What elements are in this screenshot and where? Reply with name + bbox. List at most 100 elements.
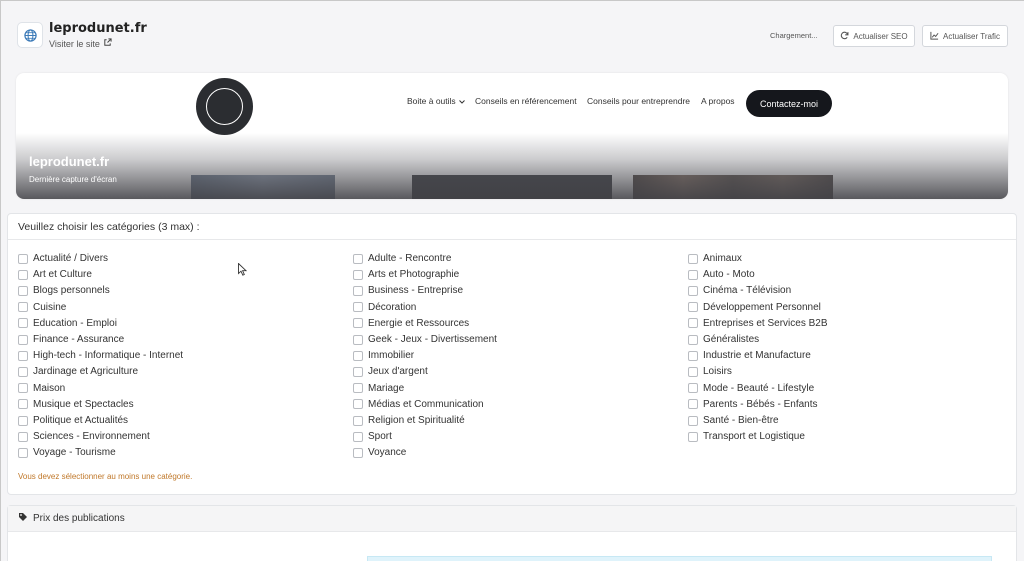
category-checkbox[interactable] bbox=[353, 415, 363, 426]
category-option[interactable]: Education - Emploi bbox=[18, 317, 117, 330]
category-option[interactable]: Maison bbox=[18, 382, 65, 395]
category-checkbox[interactable] bbox=[18, 269, 28, 280]
prices-header[interactable]: Prix des publications bbox=[8, 506, 1016, 532]
category-checkbox[interactable] bbox=[688, 383, 698, 394]
category-option[interactable]: Business - Entreprise bbox=[353, 284, 463, 297]
category-checkbox[interactable] bbox=[688, 366, 698, 377]
category-option[interactable]: Immobilier bbox=[353, 349, 414, 362]
category-label: Mariage bbox=[368, 382, 405, 394]
category-checkbox[interactable] bbox=[688, 415, 698, 426]
category-option[interactable]: Décoration bbox=[353, 301, 416, 314]
category-checkbox[interactable] bbox=[18, 285, 28, 296]
category-checkbox[interactable] bbox=[353, 366, 363, 377]
category-checkbox[interactable] bbox=[18, 399, 28, 410]
category-option[interactable]: Entreprises et Services B2B bbox=[688, 317, 828, 330]
category-option[interactable]: Politique et Actualités bbox=[18, 414, 128, 427]
category-checkbox[interactable] bbox=[18, 318, 28, 329]
category-option[interactable]: Parents - Bébés - Enfants bbox=[688, 398, 818, 411]
category-option[interactable]: Généralistes bbox=[688, 333, 759, 346]
category-option[interactable]: Santé - Bien-être bbox=[688, 414, 779, 427]
refresh-seo-label: Actualiser SEO bbox=[853, 31, 908, 41]
refresh-seo-button[interactable]: Actualiser SEO bbox=[833, 25, 915, 47]
category-option[interactable]: Musique et Spectacles bbox=[18, 398, 134, 411]
category-checkbox[interactable] bbox=[353, 285, 363, 296]
category-option[interactable]: Mariage bbox=[353, 382, 404, 395]
category-checkbox[interactable] bbox=[688, 318, 698, 329]
category-option[interactable]: Auto - Moto bbox=[688, 268, 755, 281]
category-checkbox[interactable] bbox=[688, 431, 698, 442]
category-checkbox[interactable] bbox=[353, 318, 363, 329]
site-logo bbox=[196, 78, 253, 135]
category-option[interactable]: Développement Personnel bbox=[688, 301, 821, 314]
category-checkbox[interactable] bbox=[688, 350, 698, 361]
category-checkbox[interactable] bbox=[688, 399, 698, 410]
category-checkbox[interactable] bbox=[353, 399, 363, 410]
category-label: Energie et Ressources bbox=[368, 317, 470, 329]
prices-card: Prix des publications bbox=[7, 505, 1017, 561]
refresh-icon bbox=[840, 31, 849, 42]
category-option[interactable]: Energie et Ressources bbox=[353, 317, 469, 330]
category-checkbox[interactable] bbox=[353, 431, 363, 442]
category-checkbox[interactable] bbox=[18, 253, 28, 264]
category-option[interactable]: Transport et Logistique bbox=[688, 430, 805, 443]
category-option[interactable]: Finance - Assurance bbox=[18, 333, 124, 346]
category-checkbox[interactable] bbox=[18, 383, 28, 394]
category-label: Voyage - Tourisme bbox=[33, 447, 116, 459]
preview-contact-button: Contactez-moi bbox=[746, 90, 832, 117]
category-option[interactable]: Adulte - Rencontre bbox=[353, 252, 451, 265]
category-option[interactable]: Industrie et Manufacture bbox=[688, 349, 811, 362]
category-label: Education - Emploi bbox=[33, 317, 117, 329]
category-option[interactable]: Médias et Communication bbox=[353, 398, 484, 411]
category-checkbox[interactable] bbox=[688, 269, 698, 280]
category-option[interactable]: High-tech - Informatique - Internet bbox=[18, 349, 183, 362]
category-option[interactable]: Jeux d'argent bbox=[353, 365, 428, 378]
category-label: Transport et Logistique bbox=[703, 431, 805, 443]
category-checkbox[interactable] bbox=[18, 447, 28, 458]
category-option[interactable]: Sport bbox=[353, 430, 392, 443]
category-checkbox[interactable] bbox=[688, 285, 698, 296]
category-checkbox[interactable] bbox=[353, 302, 363, 313]
category-checkbox[interactable] bbox=[18, 302, 28, 313]
category-checkbox[interactable] bbox=[688, 302, 698, 313]
category-option[interactable]: Arts et Photographie bbox=[353, 268, 459, 281]
category-option[interactable]: Art et Culture bbox=[18, 268, 92, 281]
category-label: Loisirs bbox=[703, 366, 732, 378]
category-option[interactable]: Cuisine bbox=[18, 301, 66, 314]
visit-site-link[interactable]: Visiter le site bbox=[49, 38, 112, 49]
category-option[interactable]: Religion et Spiritualité bbox=[353, 414, 465, 427]
category-label: Cinéma - Télévision bbox=[703, 285, 792, 297]
category-option[interactable]: Sciences - Environnement bbox=[18, 430, 150, 443]
preview-nav-toolbox: Boite à outils bbox=[407, 96, 465, 106]
category-checkbox[interactable] bbox=[18, 350, 28, 361]
category-checkbox[interactable] bbox=[688, 334, 698, 345]
category-checkbox[interactable] bbox=[353, 334, 363, 345]
category-checkbox[interactable] bbox=[688, 253, 698, 264]
category-option[interactable]: Voyance bbox=[353, 446, 406, 459]
refresh-traffic-button[interactable]: Actualiser Trafic bbox=[922, 25, 1008, 47]
category-option[interactable]: Loisirs bbox=[688, 365, 732, 378]
category-checkbox[interactable] bbox=[353, 269, 363, 280]
preview-overlay bbox=[16, 133, 1008, 199]
category-label: Politique et Actualités bbox=[33, 415, 129, 426]
category-checkbox[interactable] bbox=[353, 447, 363, 458]
category-option[interactable]: Animaux bbox=[688, 252, 742, 265]
category-option[interactable]: Jardinage et Agriculture bbox=[18, 365, 138, 378]
preview-nav-about: A propos bbox=[701, 96, 735, 106]
tag-icon bbox=[18, 512, 28, 525]
category-label: Musique et Spectacles bbox=[33, 398, 134, 410]
category-checkbox[interactable] bbox=[18, 431, 28, 442]
category-checkbox[interactable] bbox=[353, 253, 363, 264]
category-option[interactable]: Blogs personnels bbox=[18, 284, 110, 297]
category-option[interactable]: Voyage - Tourisme bbox=[18, 446, 116, 459]
category-checkbox[interactable] bbox=[353, 350, 363, 361]
category-checkbox[interactable] bbox=[353, 383, 363, 394]
preview-title: leprodunet.fr bbox=[29, 154, 110, 169]
category-option[interactable]: Cinéma - Télévision bbox=[688, 284, 791, 297]
category-checkbox[interactable] bbox=[18, 334, 28, 345]
category-label: Finance - Assurance bbox=[33, 334, 125, 345]
category-option[interactable]: Geek - Jeux - Divertissement bbox=[353, 333, 497, 346]
category-checkbox[interactable] bbox=[18, 366, 28, 377]
category-option[interactable]: Actualité / Divers bbox=[18, 252, 108, 265]
category-checkbox[interactable] bbox=[18, 415, 28, 426]
category-option[interactable]: Mode - Beauté - Lifestyle bbox=[688, 382, 814, 395]
